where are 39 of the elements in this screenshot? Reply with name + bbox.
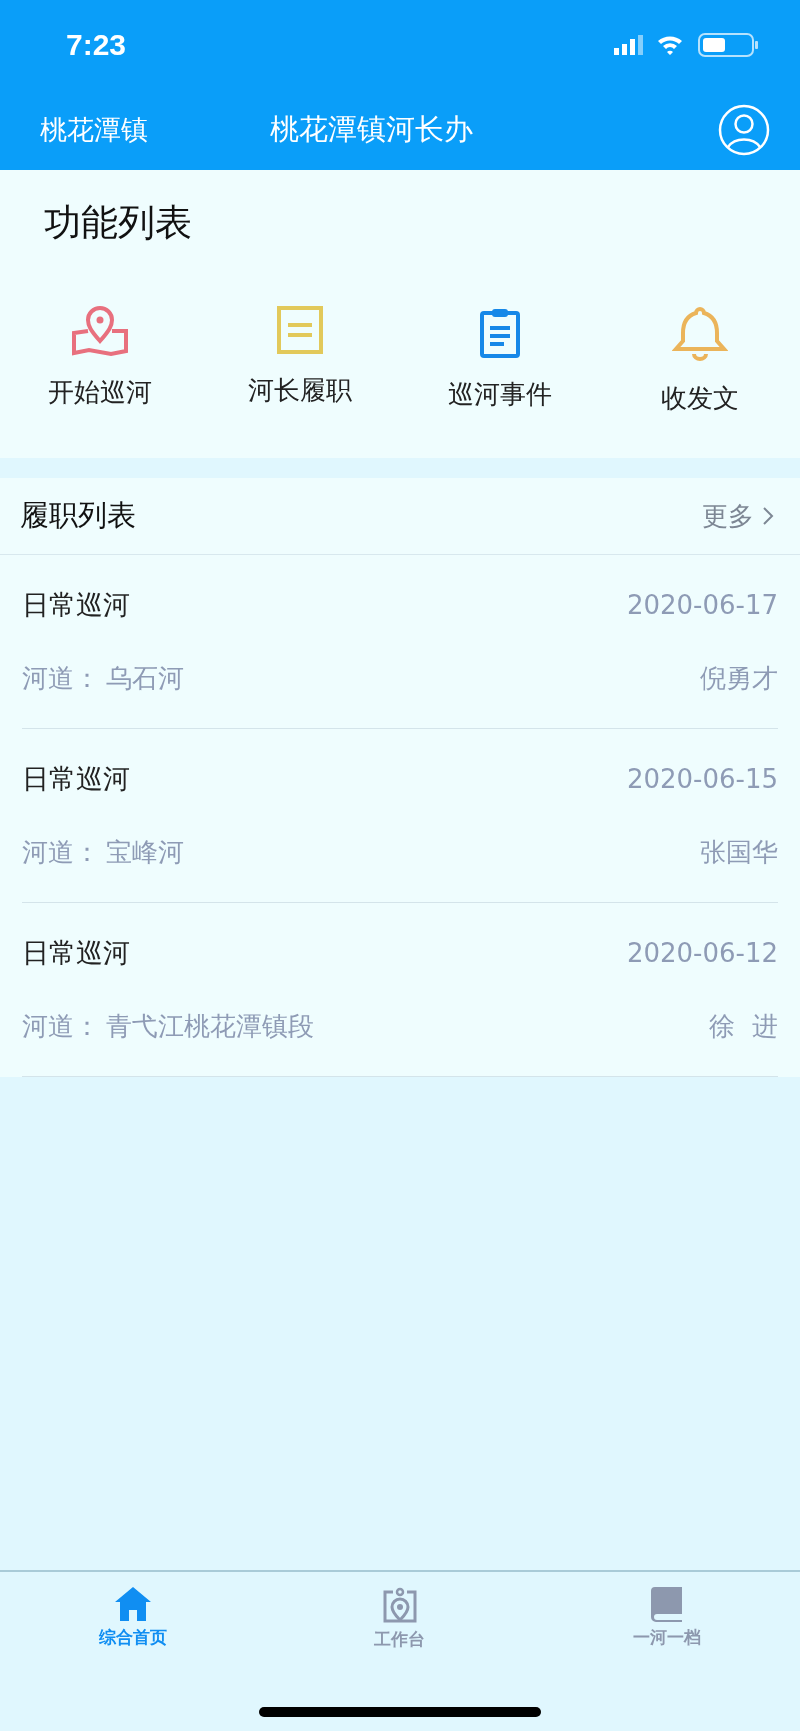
- book-icon: [648, 1586, 685, 1622]
- person-name: 徐 进: [709, 1010, 778, 1043]
- river-name: 青弋江桃花潭镇段: [106, 1010, 314, 1043]
- duty-date: 2020-06-17: [626, 590, 778, 620]
- river-label: 河道：: [22, 662, 100, 695]
- river-label: 河道：: [22, 1010, 100, 1043]
- duty-type: 日常巡河: [22, 936, 130, 970]
- document-icon: [276, 305, 324, 355]
- wifi-icon: [658, 36, 682, 55]
- duty-date: 2020-06-12: [626, 938, 778, 968]
- bell-icon: [672, 305, 728, 363]
- map-pin-icon: [71, 305, 129, 357]
- map-pin-icon: [381, 1586, 419, 1624]
- chevron-right-icon: [762, 506, 774, 526]
- person-name: 张国华: [700, 836, 778, 869]
- function-item[interactable]: 收发文: [600, 305, 800, 416]
- section-title: 履职列表: [20, 497, 136, 534]
- battery-icon: [698, 33, 758, 57]
- more-link[interactable]: 更多: [702, 498, 774, 534]
- river-name: 乌石河: [106, 662, 184, 695]
- signal-icon: [614, 35, 643, 55]
- town-name: 桃花潭镇: [40, 113, 149, 147]
- function-item[interactable]: 巡河事件: [400, 305, 600, 416]
- duty-row[interactable]: 日常巡河 2020-06-12 河道： 青弋江桃花潭镇段 徐 进: [22, 903, 778, 1077]
- person-name: 倪勇才: [700, 662, 778, 695]
- duty-row[interactable]: 日常巡河 2020-06-15 河道： 宝峰河 张国华: [22, 729, 778, 903]
- river-label: 河道：: [22, 836, 100, 869]
- duty-row[interactable]: 日常巡河 2020-06-17 河道： 乌石河 倪勇才: [22, 555, 778, 729]
- home-icon: [114, 1586, 153, 1622]
- user-icon[interactable]: [718, 104, 770, 156]
- section-title: 功能列表: [43, 200, 193, 246]
- duty-date: 2020-06-15: [626, 764, 778, 794]
- duty-type: 日常巡河: [22, 588, 130, 622]
- page-title: 桃花潭镇河长办: [270, 111, 474, 148]
- function-item[interactable]: 河长履职: [200, 305, 400, 416]
- status-time: 7:23: [66, 28, 127, 62]
- function-item[interactable]: 开始巡河: [0, 305, 200, 416]
- duty-type: 日常巡河: [22, 762, 130, 796]
- river-name: 宝峰河: [106, 836, 184, 869]
